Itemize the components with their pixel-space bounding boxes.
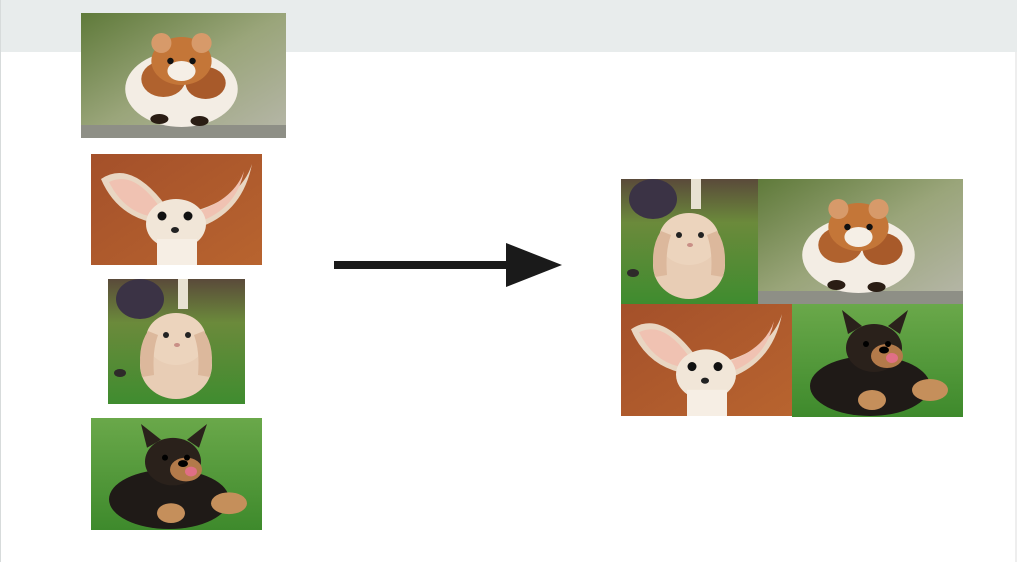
mosaic-tile-hamster — [758, 179, 963, 304]
mosaic-tile-puppy — [792, 304, 963, 417]
rabbit-photo — [108, 279, 245, 404]
puppy-photo — [91, 418, 262, 530]
mosaic-tile-fennec-fox — [621, 304, 792, 416]
fennec-fox-photo — [91, 154, 262, 265]
left-border — [0, 0, 1, 562]
right-arrow-icon — [334, 243, 562, 287]
hamster-photo — [81, 13, 286, 138]
mosaic-tile-rabbit — [621, 179, 758, 304]
